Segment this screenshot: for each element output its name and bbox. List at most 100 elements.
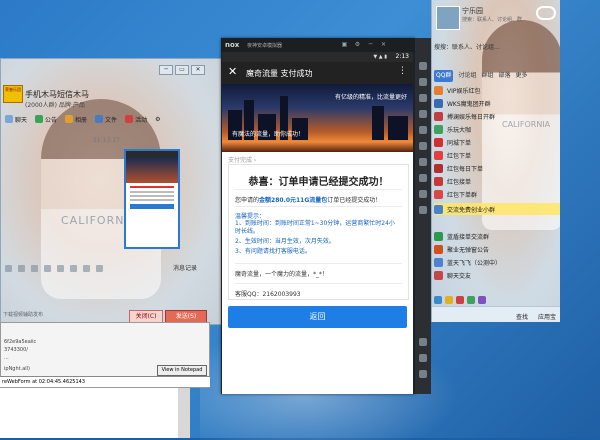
app-bar: ✕ 魔奇流量 支付成功 ⋮ — [222, 62, 413, 84]
app-store-button[interactable]: 应用宝 — [538, 312, 556, 321]
banner-slogan: 有魔法的流量，助你成功！ — [232, 131, 305, 138]
group-icon — [434, 124, 443, 134]
window-scrollbar[interactable] — [178, 388, 190, 438]
tab-tribes[interactable]: 部落 — [498, 70, 510, 82]
screen-icon[interactable]: ▣ — [341, 41, 348, 48]
minimize-icon[interactable]: ─ — [367, 41, 374, 48]
tip-item: 2、生效时间：当月生效，次月失效。 — [235, 238, 335, 245]
promo-banner: 有亿级的精准，比流量更好 有魔法的流量，助你成功！ — [222, 84, 413, 152]
group-icon — [434, 244, 443, 254]
success-heading: 恭喜：订单申请已经提交成功！ — [248, 177, 389, 188]
multi-instance-icon[interactable] — [419, 190, 427, 198]
keyboard-icon[interactable] — [419, 62, 427, 70]
group-item[interactable]: 同城下单 — [434, 136, 560, 148]
qq-chat-window[interactable]: CALIFORNIA ─ ▭ ✕ 荣誉乐团 手机木马短信木马 (2000人群) … — [0, 58, 222, 325]
game-icon[interactable] — [456, 296, 464, 304]
group-item[interactable]: 蓝盾接单交流群 — [434, 230, 560, 242]
emoji-icon[interactable] — [5, 264, 12, 272]
rotate-icon[interactable] — [419, 94, 427, 102]
voice-icon[interactable] — [70, 264, 77, 272]
mail-icon[interactable] — [478, 296, 486, 304]
apk-icon[interactable] — [419, 142, 427, 150]
toolbar-album[interactable]: 相册 — [65, 115, 87, 124]
nox-logo: nox — [225, 41, 240, 49]
search-input[interactable]: 搜搜：联系人、讨论组... — [434, 42, 500, 51]
group-avatar[interactable]: 荣誉乐团 — [3, 85, 23, 103]
group-item[interactable]: 蓝天飞飞（公测中） — [434, 256, 560, 268]
find-button[interactable]: 查找 — [516, 312, 528, 321]
shake-icon[interactable] — [419, 158, 427, 166]
close-icon[interactable]: ✕ — [380, 41, 387, 48]
toolbar-chat[interactable]: 聊天 — [5, 115, 27, 124]
tab-clusters[interactable]: 群组 — [481, 70, 493, 82]
group-subtitle: (2000人群) 品牌:产品 — [25, 102, 85, 109]
toolbar-notice[interactable]: 公告 — [35, 115, 57, 124]
record-icon[interactable] — [419, 174, 427, 182]
weather-icon[interactable] — [536, 6, 556, 20]
group-icon — [434, 231, 443, 241]
user-signature[interactable]: 搜索：联系人、讨论组、群... — [462, 16, 527, 23]
group-item[interactable]: 聊天交友 — [434, 269, 560, 281]
group-icon — [434, 137, 443, 147]
group-item-selected[interactable]: 交流免费创业小群 — [434, 203, 560, 215]
tab-more[interactable]: 更多 — [516, 70, 528, 82]
music-icon[interactable] — [467, 296, 475, 304]
group-icon — [434, 270, 443, 280]
tab-groups[interactable]: QQ群 — [434, 70, 454, 82]
group-item[interactable]: VIP娱乐红包 — [434, 84, 560, 96]
back-icon[interactable] — [419, 338, 427, 346]
settings-icon[interactable]: ⚙ — [155, 116, 160, 123]
screenshot-icon[interactable] — [419, 110, 427, 118]
maximize-button[interactable]: ▭ — [175, 65, 189, 75]
banner-tagline: 有亿级的精准，比流量更好 — [334, 94, 407, 101]
toolbar-activity[interactable]: 活动 — [125, 115, 147, 124]
return-button[interactable]: 返回 — [228, 306, 407, 328]
minimize-button[interactable]: ─ — [159, 65, 173, 75]
location-icon[interactable] — [419, 126, 427, 134]
group-item[interactable]: 乐玩大咖 — [434, 123, 560, 135]
order-message: 您申请的金额280.0元11G流量包订单已经提交成功！ — [235, 197, 382, 204]
gift-icon[interactable] — [83, 264, 90, 272]
toolbar-files[interactable]: 文件 — [95, 115, 117, 124]
chat-titlebar[interactable]: ─ ▭ ✕ 荣誉乐团 手机木马短信木马 (2000人群) 品牌:产品 — [1, 59, 221, 109]
volume-icon[interactable] — [419, 78, 427, 86]
group-icon — [434, 111, 443, 121]
qq-main-panel[interactable]: CALIFORNIA 宁乐园 搜索：联系人、讨论组、群... 搜搜：联系人、讨论… — [431, 0, 560, 322]
home-icon[interactable] — [419, 354, 427, 362]
user-avatar[interactable] — [436, 6, 460, 30]
notice-icon — [35, 115, 44, 123]
message-history-link[interactable]: 消息记录 — [173, 263, 197, 272]
nox-emulator-window[interactable]: nox 夜神安卓模拟器 ▣ ⚙ ─ ✕ ▼ ▲ ▮ 2:13 ✕ 魔奇流量 支付… — [221, 38, 415, 394]
tab-discussions[interactable]: 讨论组 — [458, 70, 476, 82]
close-icon[interactable]: ✕ — [228, 65, 237, 78]
gear-icon[interactable]: ⚙ — [354, 41, 361, 48]
image-icon[interactable] — [44, 264, 51, 272]
file-icon[interactable] — [57, 264, 64, 272]
group-item[interactable]: WKS魔鬼团开群 — [434, 97, 560, 109]
more-icon[interactable] — [419, 206, 427, 214]
group-item[interactable]: 聚业无弹窗公告 — [434, 243, 560, 255]
more-menu-icon[interactable]: ⋮ — [398, 66, 407, 76]
shared-screenshot-thumbnail[interactable] — [124, 149, 180, 249]
screenshot-icon[interactable] — [31, 264, 38, 272]
group-icon — [434, 257, 443, 267]
font-icon[interactable] — [18, 264, 25, 272]
close-button[interactable]: ✕ — [191, 65, 205, 75]
flag-icon — [125, 115, 134, 123]
group-item[interactable]: 红包下单 — [434, 149, 560, 161]
qzone-icon[interactable] — [434, 296, 442, 304]
view-in-notepad-button[interactable]: View in Notepad — [157, 365, 207, 376]
recent-apps-icon[interactable] — [419, 370, 427, 378]
group-item[interactable]: 红包每日下单 — [434, 162, 560, 174]
group-icon — [434, 176, 443, 186]
footer-link[interactable]: 下载视频辅助发布 — [3, 311, 43, 318]
nox-titlebar[interactable]: nox 夜神安卓模拟器 ▣ ⚙ ─ ✕ — [221, 38, 415, 52]
wallet-icon[interactable] — [445, 296, 453, 304]
group-icon — [434, 163, 443, 173]
more-icon[interactable] — [96, 264, 103, 272]
status-clock: 2:13 — [395, 53, 409, 60]
group-item[interactable]: 搏澜娱乐每日开群 — [434, 110, 560, 122]
group-item[interactable]: 红包接单 — [434, 175, 560, 187]
group-item[interactable]: 红包下单群 — [434, 188, 560, 200]
chat-icon — [5, 115, 13, 123]
